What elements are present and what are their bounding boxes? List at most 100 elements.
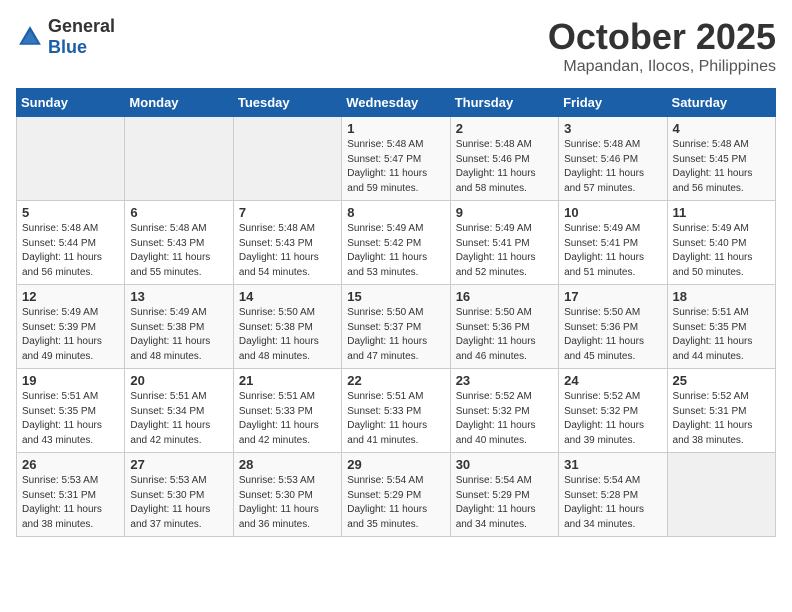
day-detail: Sunrise: 5:48 AM Sunset: 5:43 PM Dayligh… [239,222,336,280]
day-number: 19 [22,373,119,388]
day-detail: Sunrise: 5:54 AM Sunset: 5:29 PM Dayligh… [347,474,444,532]
weekday-header-saturday: Saturday [667,89,775,117]
calendar-cell: 23 Sunrise: 5:52 AM Sunset: 5:32 PM Dayli… [450,369,558,453]
logo-general: General [48,16,115,36]
day-detail: Sunrise: 5:51 AM Sunset: 5:33 PM Dayligh… [347,390,444,448]
calendar-week-5: 26 Sunrise: 5:53 AM Sunset: 5:31 PM Dayli… [17,453,776,537]
day-number: 25 [673,373,770,388]
calendar-cell [233,117,341,201]
logo-icon [16,23,44,51]
day-detail: Sunrise: 5:51 AM Sunset: 5:35 PM Dayligh… [22,390,119,448]
calendar-cell: 15 Sunrise: 5:50 AM Sunset: 5:37 PM Dayli… [342,285,450,369]
calendar-cell: 4 Sunrise: 5:48 AM Sunset: 5:45 PM Daylig… [667,117,775,201]
calendar-cell: 11 Sunrise: 5:49 AM Sunset: 5:40 PM Dayli… [667,201,775,285]
day-detail: Sunrise: 5:52 AM Sunset: 5:32 PM Dayligh… [456,390,553,448]
weekday-header-thursday: Thursday [450,89,558,117]
day-number: 2 [456,121,553,136]
calendar-cell: 14 Sunrise: 5:50 AM Sunset: 5:38 PM Dayli… [233,285,341,369]
calendar-cell: 6 Sunrise: 5:48 AM Sunset: 5:43 PM Daylig… [125,201,233,285]
title-block: October 2025 Mapandan, Ilocos, Philippin… [548,16,776,76]
weekday-header-sunday: Sunday [17,89,125,117]
calendar-cell: 27 Sunrise: 5:53 AM Sunset: 5:30 PM Dayli… [125,453,233,537]
day-number: 13 [130,289,227,304]
day-number: 8 [347,205,444,220]
day-detail: Sunrise: 5:48 AM Sunset: 5:46 PM Dayligh… [564,138,661,196]
day-number: 29 [347,457,444,472]
day-detail: Sunrise: 5:53 AM Sunset: 5:30 PM Dayligh… [239,474,336,532]
day-detail: Sunrise: 5:50 AM Sunset: 5:38 PM Dayligh… [239,306,336,364]
day-detail: Sunrise: 5:50 AM Sunset: 5:36 PM Dayligh… [564,306,661,364]
calendar-cell: 18 Sunrise: 5:51 AM Sunset: 5:35 PM Dayli… [667,285,775,369]
calendar-cell: 24 Sunrise: 5:52 AM Sunset: 5:32 PM Dayli… [559,369,667,453]
calendar-table: SundayMondayTuesdayWednesdayThursdayFrid… [16,88,776,537]
calendar-cell: 30 Sunrise: 5:54 AM Sunset: 5:29 PM Dayli… [450,453,558,537]
calendar-cell: 3 Sunrise: 5:48 AM Sunset: 5:46 PM Daylig… [559,117,667,201]
day-detail: Sunrise: 5:49 AM Sunset: 5:38 PM Dayligh… [130,306,227,364]
calendar-cell: 28Sunrise: 5:53 AM Sunset: 5:30 PM Dayli… [233,453,341,537]
day-detail: Sunrise: 5:48 AM Sunset: 5:45 PM Dayligh… [673,138,770,196]
day-number: 14 [239,289,336,304]
day-detail: Sunrise: 5:48 AM Sunset: 5:44 PM Dayligh… [22,222,119,280]
calendar-cell: 16 Sunrise: 5:50 AM Sunset: 5:36 PM Dayli… [450,285,558,369]
calendar-cell: 9Sunrise: 5:49 AM Sunset: 5:41 PM Daylig… [450,201,558,285]
day-detail: Sunrise: 5:51 AM Sunset: 5:35 PM Dayligh… [673,306,770,364]
day-number: 22 [347,373,444,388]
weekday-header-monday: Monday [125,89,233,117]
calendar-cell: 7 Sunrise: 5:48 AM Sunset: 5:43 PM Daylig… [233,201,341,285]
day-number: 24 [564,373,661,388]
day-detail: Sunrise: 5:49 AM Sunset: 5:39 PM Dayligh… [22,306,119,364]
day-number: 7 [239,205,336,220]
day-number: 20 [130,373,227,388]
day-detail: Sunrise: 5:52 AM Sunset: 5:32 PM Dayligh… [564,390,661,448]
calendar-week-3: 12 Sunrise: 5:49 AM Sunset: 5:39 PM Dayli… [17,285,776,369]
day-number: 11 [673,205,770,220]
day-detail: Sunrise: 5:48 AM Sunset: 5:46 PM Dayligh… [456,138,553,196]
calendar-cell: 5Sunrise: 5:48 AM Sunset: 5:44 PM Daylig… [17,201,125,285]
day-number: 3 [564,121,661,136]
page-header: General Blue October 2025 Mapandan, Iloc… [16,16,776,76]
calendar-cell: 22 Sunrise: 5:51 AM Sunset: 5:33 PM Dayli… [342,369,450,453]
calendar-cell [17,117,125,201]
calendar-cell: 2 Sunrise: 5:48 AM Sunset: 5:46 PM Daylig… [450,117,558,201]
day-number: 23 [456,373,553,388]
day-number: 16 [456,289,553,304]
weekday-header-tuesday: Tuesday [233,89,341,117]
day-number: 15 [347,289,444,304]
day-number: 31 [564,457,661,472]
calendar-cell: 17 Sunrise: 5:50 AM Sunset: 5:36 PM Dayli… [559,285,667,369]
day-number: 27 [130,457,227,472]
location: Mapandan, Ilocos, Philippines [548,58,776,76]
day-detail: Sunrise: 5:48 AM Sunset: 5:43 PM Dayligh… [130,222,227,280]
day-detail: Sunrise: 5:53 AM Sunset: 5:31 PM Dayligh… [22,474,119,532]
day-detail: Sunrise: 5:49 AM Sunset: 5:41 PM Dayligh… [456,222,553,280]
month-title: October 2025 [548,16,776,58]
calendar-cell: 26 Sunrise: 5:53 AM Sunset: 5:31 PM Dayli… [17,453,125,537]
day-number: 10 [564,205,661,220]
day-detail: Sunrise: 5:49 AM Sunset: 5:40 PM Dayligh… [673,222,770,280]
calendar-cell: 31Sunrise: 5:54 AM Sunset: 5:28 PM Dayli… [559,453,667,537]
day-detail: Sunrise: 5:50 AM Sunset: 5:36 PM Dayligh… [456,306,553,364]
calendar-cell: 25Sunrise: 5:52 AM Sunset: 5:31 PM Dayli… [667,369,775,453]
day-number: 4 [673,121,770,136]
weekday-header-wednesday: Wednesday [342,89,450,117]
calendar-week-2: 5Sunrise: 5:48 AM Sunset: 5:44 PM Daylig… [17,201,776,285]
day-number: 21 [239,373,336,388]
day-detail: Sunrise: 5:49 AM Sunset: 5:42 PM Dayligh… [347,222,444,280]
day-number: 17 [564,289,661,304]
day-detail: Sunrise: 5:48 AM Sunset: 5:47 PM Dayligh… [347,138,444,196]
day-detail: Sunrise: 5:54 AM Sunset: 5:29 PM Dayligh… [456,474,553,532]
calendar-cell [125,117,233,201]
day-number: 1 [347,121,444,136]
day-detail: Sunrise: 5:53 AM Sunset: 5:30 PM Dayligh… [130,474,227,532]
day-number: 26 [22,457,119,472]
logo-blue: Blue [48,37,87,57]
day-number: 18 [673,289,770,304]
calendar-cell: 29 Sunrise: 5:54 AM Sunset: 5:29 PM Dayli… [342,453,450,537]
calendar-cell [667,453,775,537]
day-number: 30 [456,457,553,472]
day-number: 6 [130,205,227,220]
calendar-cell: 10Sunrise: 5:49 AM Sunset: 5:41 PM Dayli… [559,201,667,285]
day-detail: Sunrise: 5:50 AM Sunset: 5:37 PM Dayligh… [347,306,444,364]
day-number: 12 [22,289,119,304]
logo: General Blue [16,16,115,58]
